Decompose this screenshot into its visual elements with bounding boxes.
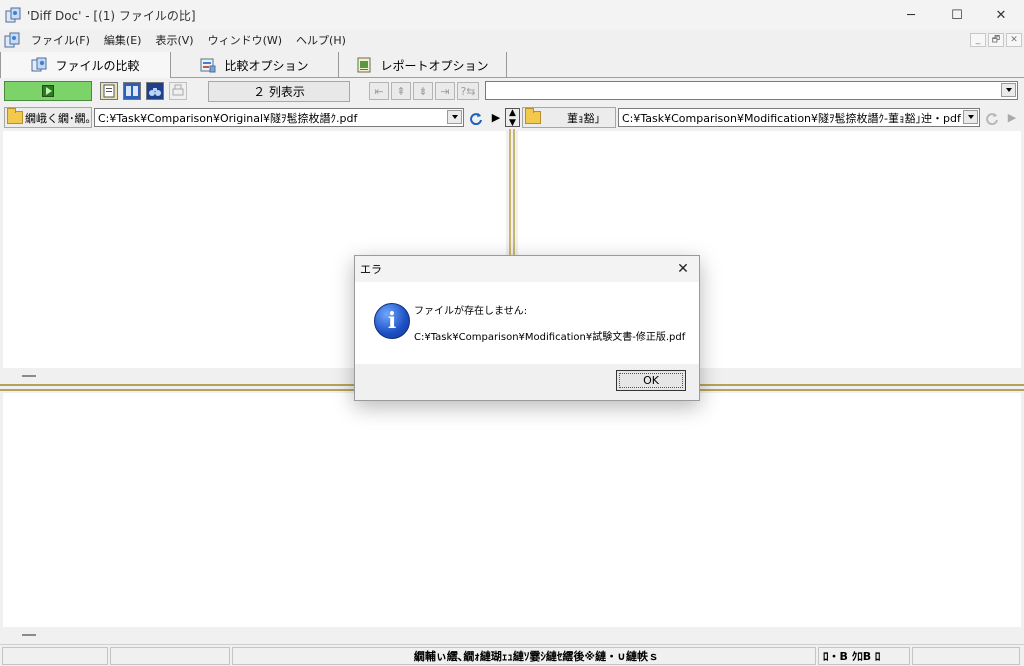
last-difference-icon[interactable]: ⇥ [435, 82, 455, 100]
mdi-close-icon: ✕ [1010, 35, 1018, 45]
start-compare-button[interactable] [4, 81, 92, 101]
menu-view[interactable]: 表示(V) [148, 32, 200, 48]
dialog-title: エラ [360, 263, 382, 276]
information-icon: i [374, 303, 410, 339]
dialog-file-path: C:¥Task¥Comparison¥Modification¥試験文書-修正版… [414, 332, 686, 343]
status-cell [912, 647, 1020, 665]
menu-edit[interactable]: 編集(E) [97, 32, 149, 48]
arrow-right-icon: ▶ [491, 111, 501, 124]
sync-help-icon[interactable]: ?⇆ [457, 82, 479, 100]
previous-difference-icon[interactable]: ⇞ [391, 82, 411, 100]
dialog-title-bar: エラ [355, 256, 699, 282]
side-by-side-view-icon[interactable] [123, 82, 141, 100]
mdi-restore-button[interactable]: 🗗 [988, 33, 1004, 47]
folder-icon [7, 108, 23, 124]
next-difference-icon[interactable]: ⇟ [413, 82, 433, 100]
tab-report-options[interactable]: レポートオプション [339, 52, 507, 78]
first-difference-icon[interactable]: ⇤ [369, 82, 389, 100]
chevron-down-icon[interactable] [447, 110, 462, 124]
diffdoc-app-icon [5, 7, 21, 23]
difference-detail-pane[interactable] [3, 393, 1021, 627]
menu-help[interactable]: ヘルプ(H) [289, 32, 353, 48]
tab-compare-files[interactable]: ファイルの比較 [0, 52, 171, 78]
maximize-icon: ☐ [951, 7, 963, 23]
search-combo[interactable] [485, 81, 1018, 100]
compare-files-icon [31, 57, 47, 73]
window-title: 'Diff Doc' - [(1) ファイルの比] [27, 8, 196, 23]
scroll-right-icon[interactable]: ▶ [1003, 108, 1021, 127]
toolbar: ２ 列表示 ⇤ ⇞ ⇟ ⇥ ?⇆ [0, 79, 1024, 104]
error-dialog: エラ ✕ i ファイルが存在しません: C:¥Task¥Comparison¥M… [354, 255, 700, 401]
report-options-icon [356, 57, 372, 73]
folder-icon [525, 108, 541, 124]
dialog-close-button[interactable]: ✕ [667, 256, 699, 282]
title-bar: 'Diff Doc' - [(1) ファイルの比] ─ ☐ ✕ [0, 0, 1024, 30]
original-path-combo[interactable]: C:¥Task¥Comparison¥Original¥隧ｦ髢捺枚譖ｸ.pdf [94, 108, 464, 127]
refresh-modified-button[interactable] [983, 108, 1001, 127]
close-icon: ✕ [677, 261, 689, 277]
status-message: 繝輔ぃ繧､繝ｫ縺瑚ｪｭ縺ｿ霎ｼ縺ｾ繧後※縺・∪縺帙ｓ [232, 647, 816, 665]
open-document-icon[interactable] [100, 82, 118, 100]
status-cell [2, 647, 108, 665]
close-button[interactable]: ✕ [978, 0, 1024, 30]
tab-label: ファイルの比較 [55, 58, 140, 73]
minimize-button[interactable]: ─ [888, 0, 934, 30]
modified-path-value: C:¥Task¥Comparison¥Modification¥隧ｦ髢捺枚譖ｸ-… [622, 111, 961, 125]
swap-files-spinner[interactable]: ▲ ▼ [505, 107, 520, 128]
lower-pane-marker [22, 634, 36, 636]
minimize-icon: ─ [907, 7, 915, 23]
chevron-down-icon[interactable] [1001, 83, 1016, 97]
menu-bar: ファイル(F) 編集(E) 表示(V) ウィンドウ(W) ヘルプ(H) [0, 30, 1024, 50]
compare-options-icon [200, 57, 216, 73]
tab-compare-options[interactable]: 比較オプション [171, 52, 339, 78]
menu-file[interactable]: ファイル(F) [24, 32, 97, 48]
copy-to-right-button[interactable]: ▶ [487, 108, 505, 127]
arrow-down-icon: ▼ [509, 117, 516, 128]
document-icon[interactable] [4, 32, 20, 48]
mdi-close-button[interactable]: ✕ [1006, 33, 1022, 47]
mdi-restore-icon: 🗗 [991, 35, 1001, 45]
arrow-up-icon: ▲ [509, 107, 516, 118]
print-icon[interactable] [169, 82, 187, 100]
modified-browse-button[interactable]: 菫ｮ豁｣ [522, 107, 616, 128]
status-message-text: 繝輔ぃ繧､繝ｫ縺瑚ｪｭ縺ｿ霎ｼ縺ｾ繧後※縺・∪縺帙ｓ [413, 650, 659, 663]
refresh-original-button[interactable] [467, 108, 485, 127]
modified-path-combo[interactable]: C:¥Task¥Comparison¥Modification¥隧ｦ髢捺枚譖ｸ-… [618, 108, 980, 127]
tab-label: レポートオプション [380, 58, 489, 73]
tab-bar: ファイルの比較 比較オプション レポートオプション [0, 50, 1024, 78]
two-column-view-button[interactable]: ２ 列表示 [208, 81, 350, 102]
status-bar: 繝輔ぃ繧､繝ｫ縺瑚ｪｭ縺ｿ霎ｼ縺ｾ繧後※縺・∪縺帙ｓ ﾛ・B ｸﾛB ﾛ [0, 644, 1024, 666]
original-path-value: C:¥Task¥Comparison¥Original¥隧ｦ髢捺枚譖ｸ.pdf [98, 111, 358, 125]
original-browse-label: 繝峨く繝･繝｡繝ｳ繝 [25, 111, 91, 125]
binoculars-icon[interactable] [146, 82, 164, 100]
tab-label: 比較オプション [224, 58, 309, 73]
dialog-body: i ファイルが存在しません: C:¥Task¥Comparison¥Modifi… [355, 282, 699, 364]
status-position: ﾛ・B ｸﾛB ﾛ [818, 647, 910, 665]
upper-pane-marker [22, 375, 36, 377]
diffdoc-window: 'Diff Doc' - [(1) ファイルの比] ─ ☐ ✕ ファイル(F) … [0, 0, 1024, 666]
mdi-minimize-button[interactable]: _ [970, 33, 986, 47]
dialog-footer: OK [355, 364, 699, 400]
dialog-message: ファイルが存在しません: [414, 306, 528, 317]
mdi-minimize-icon: _ [975, 35, 981, 45]
file-path-row: 繝峨く繝･繝｡繝ｳ繝 C:¥Task¥Comparison¥Original¥隧… [0, 107, 1024, 129]
ok-button[interactable]: OK [616, 370, 686, 391]
close-icon: ✕ [995, 7, 1007, 23]
refresh-icon [470, 112, 482, 125]
original-browse-button[interactable]: 繝峨く繝･繝｡繝ｳ繝 [4, 107, 92, 128]
modified-browse-label: 菫ｮ豁｣ [567, 111, 600, 125]
chevron-down-icon[interactable] [963, 110, 978, 124]
maximize-button[interactable]: ☐ [934, 0, 980, 30]
refresh-icon [986, 112, 998, 125]
play-icon [42, 85, 54, 97]
status-cell [110, 647, 230, 665]
status-position-text: ﾛ・B ｸﾛB ﾛ [823, 650, 881, 663]
menu-window[interactable]: ウィンドウ(W) [201, 32, 289, 48]
